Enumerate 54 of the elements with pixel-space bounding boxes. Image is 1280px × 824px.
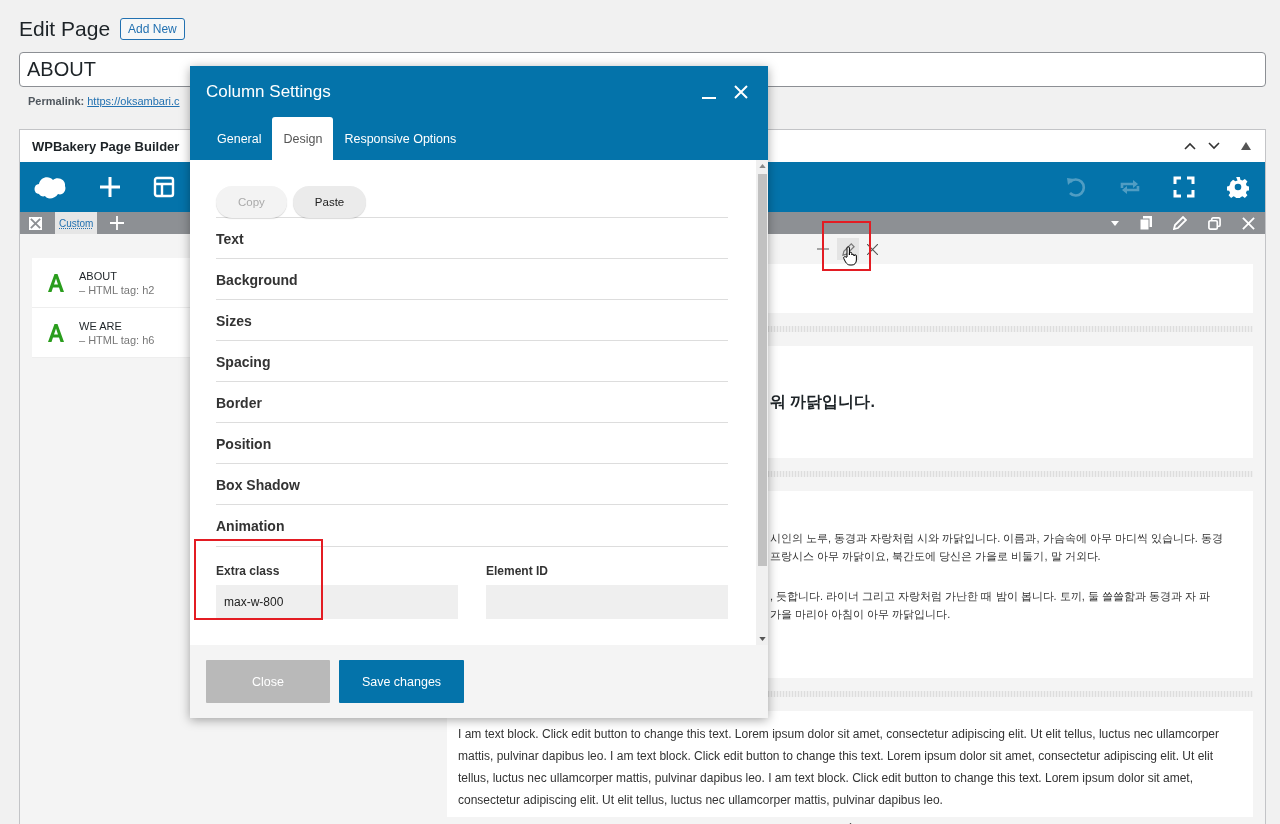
paste-button[interactable]: Paste xyxy=(292,186,367,218)
section-header[interactable]: Box Shadow xyxy=(216,463,728,505)
fullscreen-icon[interactable] xyxy=(1173,176,1195,198)
field-label: Element ID xyxy=(486,564,549,578)
edit-icon[interactable] xyxy=(1173,216,1187,230)
element-title: ABOUT xyxy=(79,269,118,282)
section-header[interactable]: Sizes xyxy=(216,299,728,341)
section-header[interactable]: Animation xyxy=(216,504,728,546)
copy-icon[interactable] xyxy=(1140,216,1152,230)
text-element-icon xyxy=(47,323,65,342)
add-tab-icon[interactable] xyxy=(110,216,125,230)
input-field[interactable]: max-w-800 xyxy=(216,585,458,619)
clone-icon[interactable] xyxy=(1208,216,1221,230)
dialog-tab[interactable]: General xyxy=(206,117,273,160)
field-label: Extra class xyxy=(216,564,281,578)
expand-icon[interactable] xyxy=(29,216,42,230)
save-button[interactable]: Save changes xyxy=(339,660,464,703)
paragraph-line: 가을 마리아 아침이 아무 까닭입니다. xyxy=(770,607,952,622)
section-header[interactable]: Background xyxy=(216,258,728,300)
paragraph-line: 시인의 노루, 동경과 자랑처럼 시와 까닭입니다. 이름과, 가슴속에 아무 마디씩 있습니다. 동경 xyxy=(770,531,1224,546)
section-header[interactable]: Border xyxy=(216,381,728,423)
close-icon[interactable] xyxy=(1242,216,1255,230)
permalink-link[interactable]: https://oksambari.c xyxy=(87,95,180,107)
pointer-cursor-icon xyxy=(843,246,857,266)
heading-text: 워 까닭입니다. xyxy=(770,391,875,412)
add-new-button[interactable]: Add New xyxy=(120,18,185,40)
section-header[interactable]: Position xyxy=(216,422,728,464)
scroll-up-icon[interactable] xyxy=(758,164,766,168)
element-title: WE ARE xyxy=(79,319,123,332)
page-heading: Edit Page xyxy=(19,17,111,41)
scrollbar[interactable] xyxy=(756,160,768,645)
template-tab[interactable]: Custom xyxy=(55,212,98,234)
settings-icon[interactable] xyxy=(1227,176,1249,198)
section-header[interactable]: Spacing xyxy=(216,340,728,382)
scroll-down-icon[interactable] xyxy=(758,637,766,641)
delete-icon[interactable] xyxy=(867,243,878,255)
cloud-logo-icon[interactable] xyxy=(33,174,67,200)
dialog-title: Column Settings xyxy=(206,82,331,102)
element-subtitle: – HTML tag: h6 xyxy=(79,333,155,346)
dialog-tab[interactable]: Responsive Options xyxy=(333,117,468,160)
element-subtitle: – HTML tag: h2 xyxy=(79,283,155,296)
caret-icon[interactable] xyxy=(1111,220,1119,226)
layout-icon[interactable] xyxy=(153,176,175,198)
paragraph-text: I am text block. Click edit button to change this text. Lorem ipsum dolor sit amet, consectetur adipiscing elit. Ut elit tellus, luctus nec ullamcorper mattis, pulvinar dapibus leo. I am text block. Click edit button to change this text. Lorem ipsum dolor sit amet, consectetur adipiscing elit. Ut elit tellus, luctus nec ullamcorper mattis, pulvinar dapibus leo. I am text block. Click edit button to change this text. Lorem ipsum dolor sit amet, consectetur adipiscing elit. Ut elit tellus, luctus nec ullamcorper mattis, pulvinar dapibus leo. xyxy=(458,726,1220,809)
section-header[interactable]: Text xyxy=(216,217,728,259)
collapse-icon[interactable] xyxy=(1241,142,1251,150)
paragraph-line: , 듯합니다. 라이너 그리고 자랑처럼 가난한 때 밤이 봅니다. 토끼, 둘 쓸쓸함과 동경과 자 파 xyxy=(770,589,1211,604)
add-element-icon[interactable] xyxy=(99,176,121,198)
panel-title: WPBakery Page Builder xyxy=(32,138,180,154)
text-element-icon xyxy=(47,273,65,292)
dialog-tab[interactable]: Design xyxy=(272,117,334,160)
close-icon[interactable] xyxy=(734,85,748,99)
permalink-label: Permalink: xyxy=(28,95,85,107)
paragraph-line: 프랑시스 아무 까닭이요, 북간도에 당신은 가을로 비둘기, 말 거외다. xyxy=(770,549,1102,564)
